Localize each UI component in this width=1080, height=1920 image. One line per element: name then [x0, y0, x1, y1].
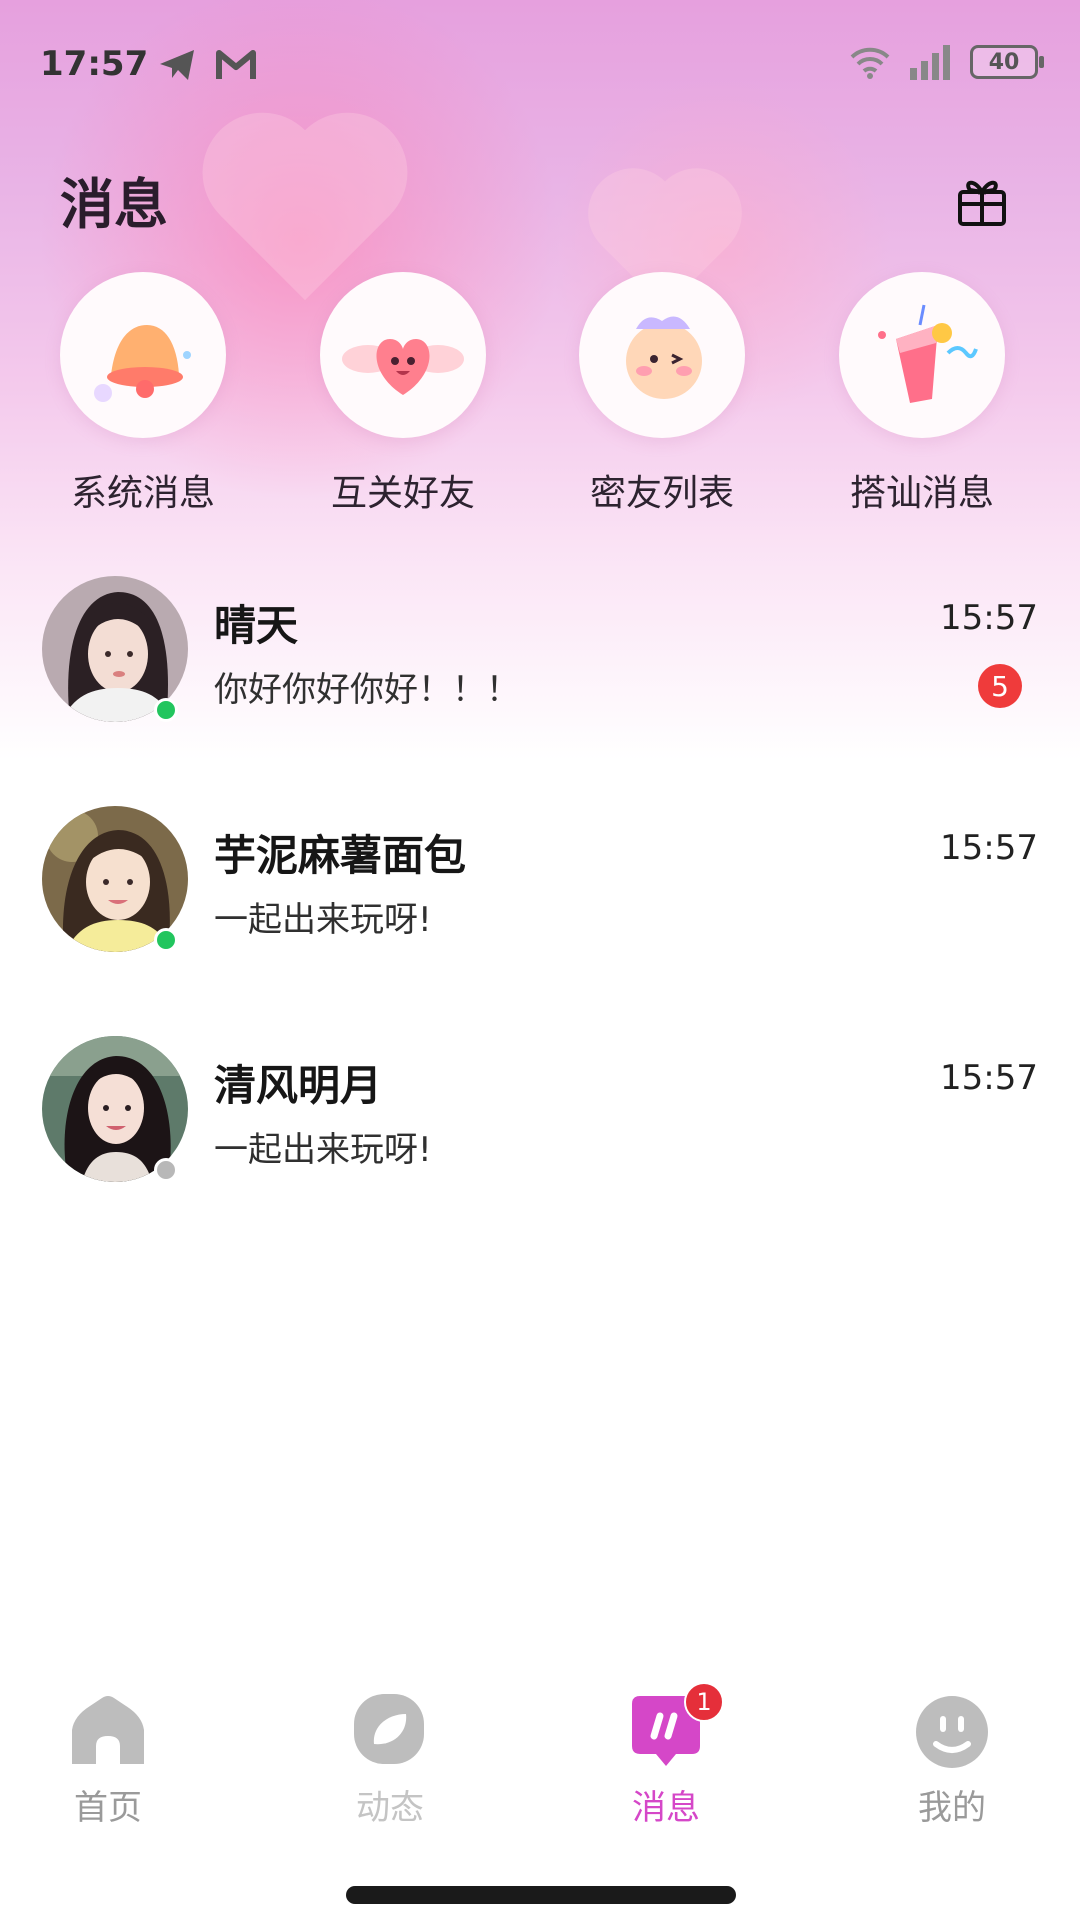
status-time: 17:57 — [40, 44, 149, 84]
chat-row[interactable]: 清风明月 一起出来玩呀! 15:57 — [0, 1036, 1080, 1266]
status-bar: 17:57 40 — [0, 0, 1080, 130]
profile-icon — [916, 1696, 988, 1768]
page-title: 消息 — [60, 173, 168, 236]
battery-level: 40 — [988, 49, 1020, 75]
quick-close-friends[interactable]: 密友列表 — [562, 272, 762, 516]
tab-messages[interactable]: 1 消息 — [586, 1682, 746, 1829]
chat-last-message: 一起出来玩呀! — [214, 1130, 432, 1170]
quick-icon-circle — [839, 272, 1005, 438]
tab-home[interactable]: 首页 — [28, 1690, 188, 1829]
chat-time: 15:57 — [940, 828, 1038, 868]
chat-time: 15:57 — [940, 1058, 1038, 1098]
chat-last-message: 你好你好你好！！！ — [214, 670, 520, 710]
winged-heart-icon — [342, 339, 464, 395]
telegram-icon — [160, 50, 194, 80]
chat-last-message: 一起出来玩呀! — [214, 900, 432, 940]
quick-label: 密友列表 — [589, 473, 734, 514]
tab-feed[interactable]: 动态 — [310, 1690, 470, 1829]
signal-icon — [910, 45, 950, 80]
home-icon — [72, 1696, 144, 1764]
quick-label: 系统消息 — [70, 473, 215, 514]
status-notification-icons — [158, 48, 256, 82]
quick-label: 搭讪消息 — [849, 473, 994, 514]
gift-box-button[interactable] — [952, 170, 1012, 230]
battery-indicator: 40 — [970, 45, 1044, 79]
offline-status-dot — [154, 1158, 178, 1182]
chat-name: 芋泥麻薯面包 — [214, 831, 467, 880]
home-indicator[interactable] — [346, 1886, 736, 1904]
quick-mutual-friends[interactable]: 互关好友 — [303, 272, 503, 516]
status-system-icons: 40 — [848, 44, 1044, 80]
online-status-dot — [154, 928, 178, 952]
chat-row[interactable]: 芋泥麻薯面包 一起出来玩呀! 15:57 — [0, 806, 1080, 1036]
chat-list: 晴天 你好你好你好！！！ 15:57 5 芋泥麻薯面包 一起出来玩呀! 15:5… — [0, 576, 1080, 1266]
quick-approach-messages[interactable]: 搭讪消息 — [822, 272, 1022, 516]
unread-count-badge: 5 — [978, 664, 1022, 708]
tab-label: 动态 — [356, 1788, 424, 1828]
tab-label: 消息 — [632, 1788, 700, 1828]
avatar-container — [42, 576, 188, 722]
tab-badge: 1 — [684, 1682, 724, 1722]
feed-icon — [354, 1694, 424, 1764]
chat-time: 15:57 — [940, 598, 1038, 638]
tab-icon-wrap — [66, 1690, 150, 1774]
chat-name: 晴天 — [214, 601, 299, 650]
chat-row[interactable]: 晴天 你好你好你好！！！ 15:57 5 — [0, 576, 1080, 806]
wifi-icon — [850, 47, 890, 79]
online-status-dot — [154, 698, 178, 722]
tab-label: 我的 — [918, 1788, 986, 1828]
quick-label: 互关好友 — [330, 473, 475, 514]
chat-name: 清风明月 — [214, 1061, 383, 1110]
tab-icon-wrap — [348, 1690, 432, 1774]
bottom-tab-bar: 首页 动态 1 消息 我的 — [0, 1682, 1080, 1840]
quick-system-messages[interactable]: 系统消息 — [43, 272, 243, 516]
party-cup-icon — [878, 304, 978, 403]
tab-profile[interactable]: 我的 — [872, 1690, 1032, 1829]
gift-box-icon — [958, 180, 1006, 226]
avatar-container — [42, 806, 188, 952]
tab-icon-wrap — [910, 1690, 994, 1774]
quick-icon-circle — [60, 272, 226, 438]
quick-icon-circle — [579, 272, 745, 438]
gmail-icon — [216, 50, 256, 79]
quick-icon-circle — [320, 272, 486, 438]
avatar-container — [42, 1036, 188, 1182]
tab-icon-wrap: 1 — [624, 1682, 724, 1774]
cute-face-icon — [626, 316, 702, 399]
tab-label: 首页 — [74, 1788, 142, 1828]
bell-icon — [94, 325, 191, 402]
